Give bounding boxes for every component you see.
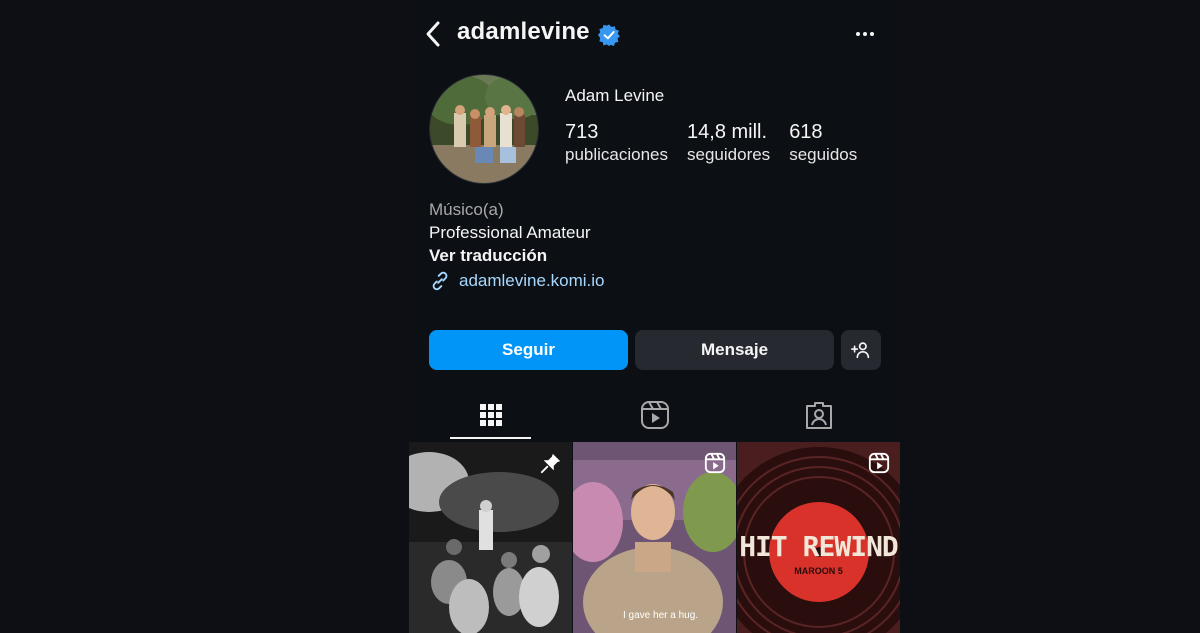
stat-label: seguidores	[687, 145, 771, 164]
message-button[interactable]: Mensaje	[635, 330, 834, 370]
profile-link[interactable]: adamlevine.komi.io	[429, 269, 605, 293]
profile-category: Músico(a)	[429, 200, 504, 219]
suggest-users-button[interactable]	[841, 330, 881, 370]
stat-value: 14,8 mill.	[687, 121, 768, 143]
profile-stats: 713 publicaciones 14,8 mill. seguidores …	[565, 120, 876, 166]
more-options-button[interactable]	[851, 22, 879, 46]
dot-icon	[870, 32, 874, 36]
post-caption: I gave her a hug.	[623, 610, 699, 621]
posts-grid: I gave her a hug. HIT REWIND MAROON 5	[409, 442, 901, 633]
tab-posts[interactable]	[409, 388, 573, 442]
active-tab-indicator	[450, 437, 531, 439]
link-icon	[432, 271, 448, 291]
tagged-icon	[806, 402, 832, 429]
reel-icon	[868, 452, 890, 474]
verified-badge-icon	[598, 24, 620, 46]
stat-label: publicaciones	[565, 145, 669, 164]
add-person-icon	[851, 342, 870, 359]
back-button[interactable]	[417, 18, 449, 50]
top-bar: adamlevine	[409, 0, 901, 68]
screen: adamlevine Adam Levine 713 publicaciones…	[0, 0, 1200, 633]
stat-posts[interactable]: 713 publicaciones	[565, 120, 668, 166]
post-subtitle: MAROON 5	[794, 566, 843, 576]
follow-button[interactable]: Seguir	[429, 330, 628, 370]
see-translation-link[interactable]: Ver traducción	[429, 244, 605, 267]
reel-icon	[704, 452, 726, 474]
profile-link-text: adamlevine.komi.io	[459, 271, 605, 290]
reels-icon	[641, 401, 669, 429]
bio-text: Professional Amateur	[429, 223, 591, 242]
dot-icon	[863, 32, 867, 36]
tab-tagged[interactable]	[737, 388, 901, 442]
profile-avatar[interactable]	[429, 74, 539, 184]
profile-username: adamlevine	[457, 18, 590, 45]
pin-icon	[540, 453, 561, 474]
stat-value: 618	[789, 121, 823, 143]
stat-followers[interactable]: 14,8 mill. seguidores	[687, 120, 770, 166]
post-thumbnail[interactable]: HIT REWIND MAROON 5	[737, 442, 900, 633]
profile-tabs	[409, 388, 901, 442]
profile-bio: Músico(a) Professional Amateur Ver tradu…	[429, 199, 605, 293]
profile-actions: Seguir Mensaje	[429, 330, 881, 370]
profile-screen: adamlevine Adam Levine 713 publicaciones…	[409, 0, 901, 633]
chevron-left-icon	[426, 21, 440, 47]
stat-value: 713	[565, 121, 599, 143]
post-title: HIT REWIND	[739, 530, 899, 563]
stat-label: seguidos	[789, 145, 858, 164]
tab-reels[interactable]	[573, 388, 737, 442]
post-thumbnail[interactable]: I gave her a hug.	[573, 442, 736, 633]
avatar-photo	[430, 75, 538, 183]
dot-icon	[856, 32, 860, 36]
stat-following[interactable]: 618 seguidos	[789, 120, 857, 166]
grid-icon	[480, 404, 502, 426]
post-thumbnail[interactable]	[409, 442, 572, 633]
profile-full-name: Adam Levine	[565, 86, 665, 105]
